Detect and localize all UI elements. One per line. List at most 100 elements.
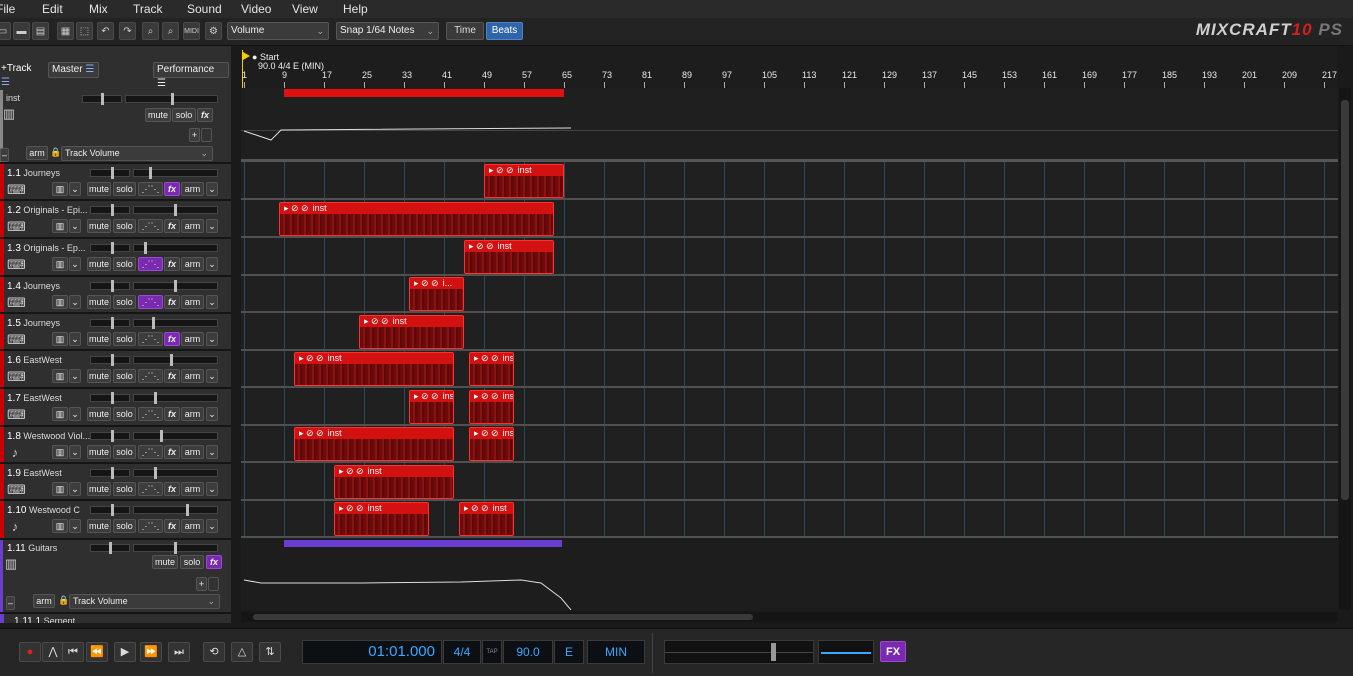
track-row[interactable]: 1.1 Journeys ⌨ ▥ ⌄ mute solo ⋰⋱ fx arm ⌄ — [0, 164, 231, 201]
arrange-area[interactable]: ▸ ⊘ ⊘ inst ▸ ⊘ ⊘ inst ▸ ⊘ ⊘ inst ▸ ⊘ ⊘ i... ▸ ⊘ … — [241, 88, 1338, 610]
automation-toggle-icon[interactable]: ⋰⋱ — [138, 369, 163, 383]
partial-track-row[interactable]: 1.11.1 Serpent... — [0, 614, 231, 623]
automation-dropdown[interactable]: Track Volume ⌄ — [69, 594, 220, 609]
track-menu-dropdown[interactable]: ⌄ — [206, 295, 218, 309]
zoom-in-icon[interactable]: ⌕ — [142, 22, 159, 40]
mute-button[interactable]: mute — [87, 482, 111, 496]
piano-roll-button[interactable]: ▥ — [52, 369, 68, 383]
midi-clip[interactable]: ▸ ⊘ ⊘inst — [279, 202, 554, 236]
options-dropdown[interactable]: ⌄ — [69, 369, 81, 383]
master-button[interactable]: Master ☰ — [48, 62, 99, 78]
time-signature-display[interactable]: 4/4 — [443, 640, 481, 664]
time-display[interactable]: 01:01.000 — [302, 640, 442, 664]
horizontal-scroll-thumb[interactable] — [253, 614, 753, 620]
performance-button[interactable]: Performance ☰ — [153, 62, 229, 89]
track-pan-slider-knob[interactable] — [186, 504, 189, 516]
track-volume-slider-knob[interactable] — [111, 242, 114, 254]
track-pan-slider[interactable] — [133, 467, 218, 479]
clip-title-bar[interactable]: ▸ ⊘ ⊘inst — [460, 503, 513, 514]
track-pan-slider-knob[interactable] — [154, 392, 157, 404]
menu-mix[interactable]: Mix — [89, 2, 108, 16]
menu-file[interactable]: File — [0, 2, 15, 16]
lock-icon[interactable]: 🔒 — [50, 147, 61, 158]
track-row[interactable]: 1.10 Westwood C ♪ ▥ ⌄ mute solo ⋰⋱ fx arm ⌄ — [0, 501, 231, 540]
track-pan-slider-knob[interactable] — [152, 317, 155, 329]
rewind-button[interactable]: ⏪ — [86, 642, 108, 662]
mute-button[interactable]: mute — [87, 295, 111, 309]
options-dropdown[interactable]: ⌄ — [69, 445, 81, 459]
piano-roll-button[interactable]: ▥ — [52, 445, 68, 459]
group-pan-slider-knob[interactable] — [171, 93, 174, 105]
solo-button[interactable]: solo — [113, 407, 136, 421]
solo-button[interactable]: solo — [113, 482, 136, 496]
time-toggle[interactable]: Time — [446, 22, 484, 40]
track-lane[interactable] — [241, 275, 1338, 313]
midi-clip[interactable]: ▸ ⊘ ⊘inst — [409, 390, 454, 424]
options-dropdown[interactable]: ⌄ — [69, 257, 81, 271]
midi-clip[interactable]: ▸ ⊘ ⊘inst — [294, 427, 454, 461]
automation-toggle-icon[interactable]: ⋰⋱ — [138, 219, 163, 233]
mute-button[interactable]: mute — [87, 219, 111, 233]
options-dropdown[interactable]: ⌄ — [69, 519, 81, 533]
midi-clip[interactable]: ▸ ⊘ ⊘inst — [334, 465, 454, 499]
mute-button[interactable]: mute — [87, 407, 111, 421]
metronome-toggle-icon[interactable]: △ — [231, 642, 253, 662]
fast-forward-button[interactable]: ⏩ — [140, 642, 162, 662]
track-pan-slider-knob[interactable] — [154, 467, 157, 479]
track-menu-dropdown[interactable]: ⌄ — [206, 219, 218, 233]
fx-button[interactable]: fx — [164, 332, 180, 346]
options-dropdown[interactable]: ⌄ — [69, 407, 81, 421]
track-row[interactable]: 1.2 Originals - Epi... ⌨ ▥ ⌄ mute solo ⋰⋱ fx arm… — [0, 201, 231, 239]
clip-title-bar[interactable]: ▸ ⊘ ⊘inst — [335, 466, 453, 477]
track-pan-slider-knob[interactable] — [149, 167, 152, 179]
master-volume-slider[interactable] — [664, 640, 814, 664]
track-volume-slider-knob[interactable] — [111, 204, 114, 216]
play-button[interactable]: ▶ — [114, 642, 136, 662]
track-pan-slider[interactable] — [133, 354, 218, 366]
track-row[interactable]: 1.8 Westwood Viol... ♪ ▥ ⌄ mute solo ⋰⋱ fx arm ⌄ — [0, 427, 231, 464]
collapse-button[interactable]: – — [6, 596, 15, 610]
arm-button[interactable]: arm — [181, 445, 204, 459]
midi-clip[interactable]: ▸ ⊘ ⊘inst — [469, 352, 514, 386]
add-lane-button[interactable]: + — [196, 577, 207, 591]
group-track-guitars[interactable]: 1.11 Guitars ▥ mute solo fx + – arm 🔒 Track Volum… — [0, 540, 231, 614]
menu-help[interactable]: Help — [343, 2, 368, 16]
new-icon[interactable]: ▭ — [0, 22, 11, 40]
automation-toggle-icon[interactable]: ⋰⋱ — [138, 519, 163, 533]
track-volume-slider-knob[interactable] — [111, 167, 114, 179]
track-lane[interactable] — [241, 388, 1338, 426]
fx-button[interactable]: fx — [164, 295, 180, 309]
group-pan-slider[interactable] — [125, 93, 218, 105]
loop-icon[interactable]: ⟲ — [203, 642, 225, 662]
group-lane-guitars[interactable] — [241, 538, 1338, 610]
automation-toggle-icon[interactable]: ⋰⋱ — [138, 482, 163, 496]
go-to-end-button[interactable]: ⏭ — [168, 642, 190, 662]
options-dropdown[interactable]: ⌄ — [69, 295, 81, 309]
track-row[interactable]: 1.7 EastWest ⌨ ▥ ⌄ mute solo ⋰⋱ fx arm ⌄ — [0, 389, 231, 427]
track-pan-slider-knob[interactable] — [144, 242, 147, 254]
clip-title-bar[interactable]: ▸ ⊘ ⊘inst — [465, 241, 553, 252]
clip-title-bar[interactable]: ▸ ⊘ ⊘inst — [295, 353, 453, 364]
track-volume-slider-knob[interactable] — [111, 504, 114, 516]
vertical-scroll-thumb[interactable] — [1341, 100, 1349, 500]
track-menu-dropdown[interactable]: ⌄ — [206, 332, 218, 346]
solo-button[interactable]: solo — [113, 445, 136, 459]
track-pan-slider[interactable] — [133, 504, 218, 516]
track-pan-slider[interactable] — [133, 392, 218, 404]
solo-button[interactable]: solo — [113, 182, 136, 196]
track-pan-slider-knob[interactable] — [160, 430, 163, 442]
go-to-start-button[interactable]: ⏮ — [62, 642, 84, 662]
clip-title-bar[interactable]: ▸ ⊘ ⊘ i... — [410, 278, 463, 289]
midi-clip[interactable]: ▸ ⊘ ⊘inst — [469, 390, 514, 424]
key-display[interactable]: E — [554, 640, 584, 664]
track-volume-slider[interactable] — [90, 392, 130, 404]
piano-roll-button[interactable]: ▥ — [52, 332, 68, 346]
arm-button[interactable]: arm — [33, 594, 55, 608]
solo-button[interactable]: solo — [113, 369, 136, 383]
punch-icon[interactable]: ⇅ — [259, 642, 281, 662]
piano-roll-button[interactable]: ▥ — [52, 519, 68, 533]
midi-clip[interactable]: ▸ ⊘ ⊘inst — [469, 427, 514, 461]
midi-clip[interactable]: ▸ ⊘ ⊘inst — [359, 315, 464, 349]
midi-button[interactable]: MIDI — [183, 22, 200, 40]
save-icon[interactable]: ▤ — [32, 22, 49, 40]
